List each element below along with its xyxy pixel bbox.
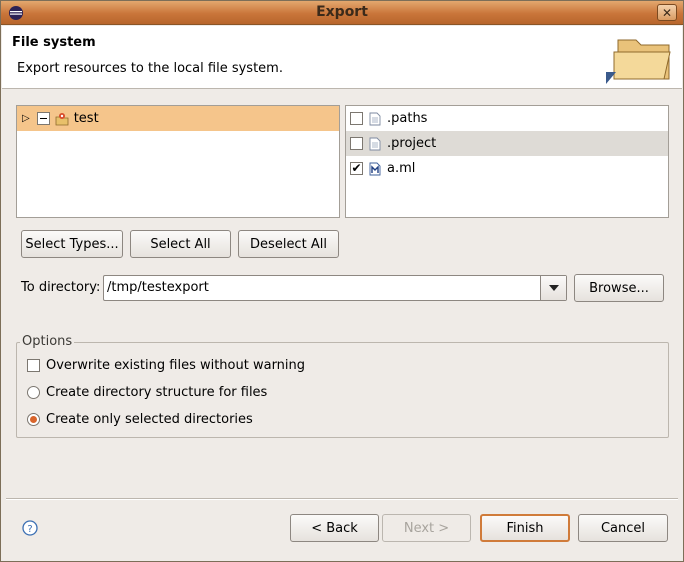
close-button[interactable]: ✕ bbox=[657, 4, 677, 21]
create-structure-option[interactable]: Create directory structure for files bbox=[27, 385, 267, 400]
directory-combo[interactable]: /tmp/testexport bbox=[103, 275, 567, 301]
file-icon bbox=[369, 112, 381, 125]
help-icon[interactable]: ? bbox=[22, 520, 38, 536]
file-item-aml[interactable]: ✔ a.ml bbox=[346, 156, 668, 181]
file-label: a.ml bbox=[387, 161, 416, 176]
deselect-all-button[interactable]: Deselect All bbox=[238, 230, 339, 258]
export-folder-icon bbox=[606, 39, 671, 84]
project-tree[interactable]: ▷ test bbox=[16, 105, 340, 218]
cancel-label: Cancel bbox=[600, 520, 646, 536]
overwrite-checkbox[interactable] bbox=[27, 359, 40, 372]
project-icon bbox=[55, 112, 69, 125]
close-icon: ✕ bbox=[661, 5, 673, 20]
file-list[interactable]: .paths .project ✔ a.ml bbox=[345, 105, 669, 218]
page-title: File system bbox=[12, 35, 96, 50]
footer-separator bbox=[6, 498, 678, 500]
finish-button[interactable]: Finish bbox=[480, 514, 570, 542]
file-icon bbox=[369, 137, 381, 150]
options-group-label: Options bbox=[20, 334, 75, 349]
svg-text:?: ? bbox=[27, 524, 32, 535]
select-all-button[interactable]: Select All bbox=[130, 230, 231, 258]
file-label: .project bbox=[387, 136, 437, 151]
next-label: Next > bbox=[403, 520, 450, 536]
tree-item-test[interactable]: ▷ test bbox=[17, 106, 339, 131]
browse-label: Browse... bbox=[589, 280, 649, 296]
create-selected-label: Create only selected directories bbox=[46, 412, 253, 427]
file-item-paths[interactable]: .paths bbox=[346, 106, 668, 131]
file-item-project[interactable]: .project bbox=[346, 131, 668, 156]
file-checkbox[interactable] bbox=[350, 137, 363, 150]
file-checkbox[interactable] bbox=[350, 112, 363, 125]
overwrite-option[interactable]: Overwrite existing files without warning bbox=[27, 358, 305, 373]
window-title: Export bbox=[316, 4, 368, 20]
finish-label: Finish bbox=[506, 520, 544, 536]
overwrite-label: Overwrite existing files without warning bbox=[46, 358, 306, 373]
select-types-label: Select Types... bbox=[25, 236, 119, 252]
deselect-all-label: Deselect All bbox=[250, 236, 327, 252]
ml-file-icon bbox=[369, 162, 381, 175]
back-label: < Back bbox=[311, 520, 358, 536]
expand-arrow-icon[interactable]: ▷ bbox=[22, 113, 30, 124]
next-button[interactable]: Next > bbox=[382, 514, 471, 542]
select-all-label: Select All bbox=[150, 236, 211, 252]
file-checkbox[interactable]: ✔ bbox=[350, 162, 363, 175]
file-label: .paths bbox=[387, 111, 428, 126]
directory-input[interactable]: /tmp/testexport bbox=[107, 280, 209, 295]
cancel-button[interactable]: Cancel bbox=[578, 514, 668, 542]
directory-dropdown-button[interactable] bbox=[540, 276, 566, 300]
page-description: Export resources to the local file syste… bbox=[17, 61, 283, 76]
create-selected-option[interactable]: Create only selected directories bbox=[27, 412, 253, 427]
tree-item-checkbox[interactable] bbox=[36, 112, 50, 125]
create-structure-label: Create directory structure for files bbox=[46, 385, 268, 400]
export-dialog: Export ✕ File system Export resources to… bbox=[0, 0, 684, 562]
create-structure-radio[interactable] bbox=[27, 386, 40, 399]
back-button[interactable]: < Back bbox=[290, 514, 379, 542]
title-bar[interactable]: Export ✕ bbox=[1, 1, 683, 25]
wizard-header: File system Export resources to the loca… bbox=[2, 26, 682, 89]
chevron-down-icon bbox=[548, 285, 559, 291]
directory-label: To directory: bbox=[21, 280, 101, 295]
select-types-button[interactable]: Select Types... bbox=[21, 230, 123, 258]
create-selected-radio[interactable] bbox=[27, 413, 40, 426]
browse-button[interactable]: Browse... bbox=[574, 274, 664, 302]
tree-item-label: test bbox=[73, 111, 99, 126]
